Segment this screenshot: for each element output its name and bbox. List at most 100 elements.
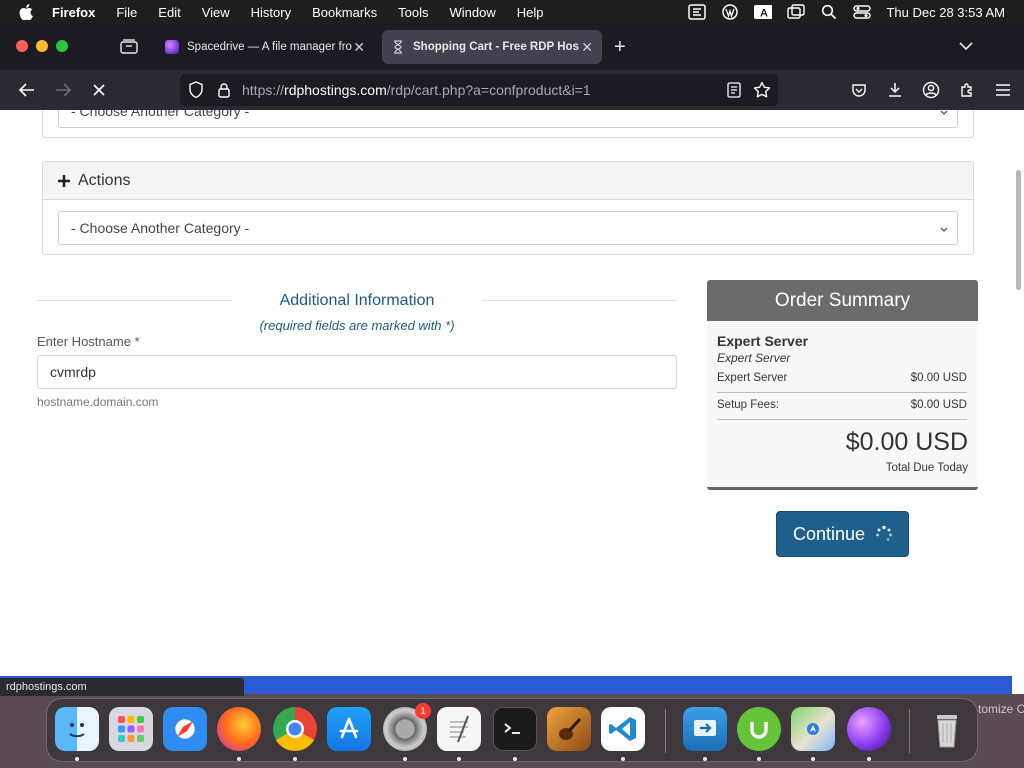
address-bar[interactable]: https://rdphostings.com/rdp/cart.php?a=c…: [180, 74, 778, 106]
tab-close-icon[interactable]: ✕: [581, 39, 593, 56]
summary-total-amount: $0.00 USD: [845, 428, 968, 456]
loading-spinner-icon: [875, 525, 893, 543]
continue-button-label: Continue: [793, 523, 866, 544]
summary-line-item: Setup Fees: $0.00 USD: [717, 399, 967, 411]
running-indicator: [811, 757, 815, 761]
input-source-icon[interactable]: A: [754, 4, 773, 20]
maps-icon[interactable]: [791, 707, 835, 751]
additional-information-heading: Additional Information: [279, 292, 435, 309]
continue-button[interactable]: Continue: [776, 511, 909, 557]
section-divider: [37, 300, 232, 301]
safari-icon[interactable]: [163, 707, 207, 751]
vscode-icon[interactable]: [601, 707, 645, 751]
actions-panel-title: Actions: [78, 171, 131, 189]
hostname-input[interactable]: cvmrdp: [37, 355, 677, 389]
menu-edit[interactable]: Edit: [158, 5, 180, 20]
apple-menu-icon[interactable]: [19, 4, 33, 20]
system-settings-gear-icon[interactable]: 1: [383, 703, 431, 751]
forward-arrow-icon[interactable]: [53, 80, 73, 100]
tab-shopping-cart[interactable]: Shopping Cart - Free RDP Hosti ✕: [382, 30, 602, 64]
menu-window[interactable]: Window: [450, 5, 496, 20]
tab-close-icon[interactable]: ✕: [353, 39, 365, 56]
padlock-icon[interactable]: [214, 80, 234, 100]
menu-help[interactable]: Help: [517, 5, 544, 20]
utorrent-icon[interactable]: [737, 707, 781, 751]
choose-category-select[interactable]: - Choose Another Category -: [58, 211, 958, 245]
loading-hourglass-icon: [391, 40, 405, 54]
actions-panel-header[interactable]: Actions: [43, 162, 973, 200]
spacedrive-favicon-icon: [165, 40, 179, 54]
summary-divider: [717, 392, 967, 393]
downloads-icon[interactable]: [885, 80, 905, 100]
order-summary-title: Order Summary: [707, 280, 978, 321]
chevron-down-icon: [939, 110, 949, 115]
list-all-tabs-chevron-icon[interactable]: [958, 39, 974, 53]
running-indicator: [293, 757, 297, 761]
url-text: https://rdphostings.com/rdp/cart.php?a=c…: [242, 82, 591, 98]
window-zoom-button[interactable]: [56, 40, 68, 52]
actions-panel: Actions - Choose Another Category -: [42, 161, 974, 255]
hostname-help-text: hostname.domain.com: [37, 395, 159, 409]
window-switcher-icon[interactable]: [787, 4, 806, 20]
running-indicator: [513, 757, 517, 761]
trash-icon[interactable]: [925, 707, 969, 751]
dock-separator: [909, 709, 910, 753]
bookmark-star-icon[interactable]: [752, 80, 772, 100]
summary-product-group: Expert Server: [717, 351, 791, 365]
menu-history[interactable]: History: [251, 5, 291, 20]
hostname-label: Enter Hostname *: [37, 334, 140, 349]
new-tab-plus-icon[interactable]: +: [614, 37, 626, 57]
tab-spacedrive[interactable]: Spacedrive — A file manager fro ✕: [156, 30, 374, 64]
finder-icon[interactable]: [55, 707, 99, 751]
input-source-letter: A: [761, 8, 769, 20]
screen-share-status-icon[interactable]: [688, 4, 707, 20]
window-close-button[interactable]: [16, 40, 28, 52]
menu-bar-clock[interactable]: Thu Dec 28 3:53 AM: [886, 5, 1005, 20]
window-minimize-button[interactable]: [36, 40, 48, 52]
macos-menu-bar: Firefox File Edit View History Bookmarks…: [0, 0, 1024, 24]
summary-divider: [717, 419, 967, 420]
hamburger-menu-icon[interactable]: [993, 80, 1013, 100]
reader-view-icon[interactable]: [724, 80, 744, 100]
line-item-label: Expert Server: [717, 372, 788, 384]
firefox-icon[interactable]: [217, 707, 261, 751]
extensions-puzzle-icon[interactable]: [957, 80, 977, 100]
macos-dock: 1: [46, 698, 978, 762]
running-indicator: [703, 757, 707, 761]
menu-bookmarks[interactable]: Bookmarks: [312, 5, 377, 20]
browser-navigation-bar: https://rdphostings.com/rdp/cart.php?a=c…: [0, 70, 1024, 110]
firefox-view-icon[interactable]: [120, 38, 138, 54]
page-viewport: - Choose Another Category - Actions - Ch…: [0, 110, 1012, 678]
spotlight-search-icon[interactable]: [820, 4, 838, 20]
launchpad-icon[interactable]: [109, 707, 153, 751]
wordpress-status-icon[interactable]: [721, 4, 739, 20]
background-window-text: tomize C: [978, 702, 1024, 716]
control-center-icon[interactable]: [853, 4, 872, 20]
chrome-icon[interactable]: [273, 707, 317, 751]
summary-total-label: Total Due Today: [885, 462, 968, 474]
textedit-icon[interactable]: [437, 707, 481, 751]
menu-tools[interactable]: Tools: [398, 5, 428, 20]
running-indicator: [757, 757, 761, 761]
menu-file[interactable]: File: [116, 5, 137, 20]
tracking-protection-shield-icon[interactable]: [186, 80, 206, 100]
pocket-icon[interactable]: [849, 80, 869, 100]
back-arrow-icon[interactable]: [17, 80, 37, 100]
choose-category-select[interactable]: - Choose Another Category -: [58, 110, 958, 128]
migration-assistant-icon[interactable]: [683, 707, 727, 751]
running-indicator: [237, 757, 241, 761]
menu-view[interactable]: View: [202, 5, 230, 20]
browser-tab-bar: Spacedrive — A file manager fro ✕ Shoppi…: [0, 24, 1024, 70]
account-icon[interactable]: [921, 80, 941, 100]
url-path: /rdp/cart.php?a=confproduct&i=1: [386, 82, 591, 98]
running-indicator: [867, 757, 871, 761]
menu-app-firefox[interactable]: Firefox: [52, 5, 95, 20]
scrollbar-thumb[interactable]: [1016, 170, 1021, 290]
terminal-icon[interactable]: [493, 707, 537, 751]
spacedrive-icon[interactable]: [847, 707, 891, 751]
app-store-icon[interactable]: [327, 707, 371, 751]
running-indicator: [75, 757, 79, 761]
stop-loading-icon[interactable]: [89, 80, 109, 100]
garageband-guitar-icon[interactable]: [547, 707, 591, 751]
summary-product-name: Expert Server: [717, 333, 809, 349]
